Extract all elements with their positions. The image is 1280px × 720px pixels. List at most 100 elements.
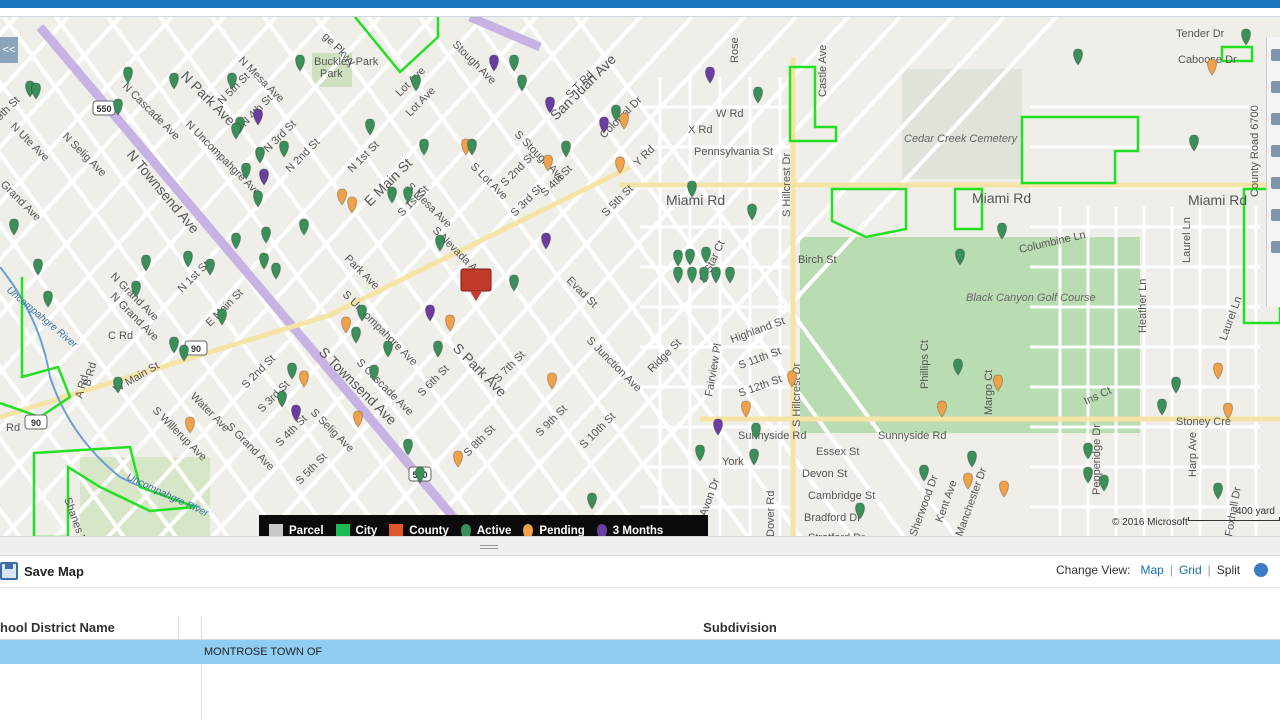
active-listing-pin[interactable] bbox=[687, 266, 697, 284]
active-listing-pin[interactable] bbox=[433, 340, 443, 358]
draw-tool-icon[interactable] bbox=[1267, 107, 1280, 133]
active-listing-pin[interactable] bbox=[231, 122, 241, 140]
active-listing-pin[interactable] bbox=[1189, 134, 1199, 152]
active-listing-pin[interactable] bbox=[695, 444, 705, 462]
three-month-listing-pin[interactable] bbox=[599, 116, 609, 134]
view-map-link[interactable]: Map bbox=[1141, 563, 1164, 577]
active-listing-pin[interactable] bbox=[955, 248, 965, 266]
active-listing-pin[interactable] bbox=[253, 190, 263, 208]
active-listing-pin[interactable] bbox=[287, 362, 297, 380]
active-listing-pin[interactable] bbox=[747, 203, 757, 221]
pending-listing-pin[interactable] bbox=[993, 374, 1003, 392]
active-listing-pin[interactable] bbox=[435, 234, 445, 252]
pending-listing-pin[interactable] bbox=[543, 154, 553, 172]
layers-tool-icon[interactable] bbox=[1267, 139, 1280, 165]
pending-listing-pin[interactable] bbox=[453, 450, 463, 468]
active-listing-pin[interactable] bbox=[9, 218, 19, 236]
three-month-listing-pin[interactable] bbox=[489, 54, 499, 72]
active-listing-pin[interactable] bbox=[279, 140, 289, 158]
pending-listing-pin[interactable] bbox=[741, 400, 751, 418]
active-listing-pin[interactable] bbox=[123, 66, 133, 84]
three-month-listing-pin[interactable] bbox=[713, 418, 723, 436]
pending-listing-pin[interactable] bbox=[347, 196, 357, 214]
active-listing-pin[interactable] bbox=[967, 450, 977, 468]
active-listing-pin[interactable] bbox=[687, 180, 697, 198]
pending-listing-pin[interactable] bbox=[619, 112, 629, 130]
active-listing-pin[interactable] bbox=[217, 308, 227, 326]
active-listing-pin[interactable] bbox=[1099, 474, 1109, 492]
active-listing-pin[interactable] bbox=[169, 336, 179, 354]
active-listing-pin[interactable] bbox=[751, 422, 761, 440]
active-listing-pin[interactable] bbox=[179, 344, 189, 362]
table-row[interactable]: MONTROSE TOWN OF bbox=[0, 640, 1280, 664]
measure-tool-icon[interactable] bbox=[1267, 75, 1280, 101]
active-listing-pin[interactable] bbox=[43, 290, 53, 308]
active-listing-pin[interactable] bbox=[725, 266, 735, 284]
active-listing-pin[interactable] bbox=[231, 232, 241, 250]
active-listing-pin[interactable] bbox=[227, 72, 237, 90]
active-listing-pin[interactable] bbox=[33, 258, 43, 276]
active-listing-pin[interactable] bbox=[31, 82, 41, 100]
active-listing-pin[interactable] bbox=[255, 146, 265, 164]
active-listing-pin[interactable] bbox=[1213, 482, 1223, 500]
active-listing-pin[interactable] bbox=[387, 186, 397, 204]
pending-listing-pin[interactable] bbox=[937, 400, 947, 418]
pending-listing-pin[interactable] bbox=[547, 372, 557, 390]
pan-tool-icon[interactable] bbox=[1267, 43, 1280, 69]
map-pins[interactable] bbox=[0, 17, 1280, 536]
active-listing-pin[interactable] bbox=[1241, 28, 1251, 46]
three-month-listing-pin[interactable] bbox=[291, 404, 301, 422]
three-month-listing-pin[interactable] bbox=[545, 96, 555, 114]
active-listing-pin[interactable] bbox=[415, 466, 425, 484]
three-month-listing-pin[interactable] bbox=[541, 232, 551, 250]
active-listing-pin[interactable] bbox=[753, 86, 763, 104]
active-listing-pin[interactable] bbox=[299, 218, 309, 236]
active-listing-pin[interactable] bbox=[587, 492, 597, 510]
active-listing-pin[interactable] bbox=[699, 266, 709, 284]
active-listing-pin[interactable] bbox=[1157, 398, 1167, 416]
active-listing-pin[interactable] bbox=[411, 74, 421, 92]
active-listing-pin[interactable] bbox=[403, 186, 413, 204]
active-listing-pin[interactable] bbox=[673, 266, 683, 284]
resize-grip[interactable] bbox=[480, 545, 498, 549]
active-listing-pin[interactable] bbox=[271, 262, 281, 280]
pending-listing-pin[interactable] bbox=[787, 370, 797, 388]
active-listing-pin[interactable] bbox=[509, 54, 519, 72]
active-listing-pin[interactable] bbox=[295, 54, 305, 72]
active-listing-pin[interactable] bbox=[383, 340, 393, 358]
active-listing-pin[interactable] bbox=[113, 376, 123, 394]
active-listing-pin[interactable] bbox=[517, 74, 527, 92]
active-listing-pin[interactable] bbox=[141, 254, 151, 272]
binoculars-tool-icon[interactable] bbox=[1267, 203, 1280, 229]
active-listing-pin[interactable] bbox=[261, 226, 271, 244]
pending-listing-pin[interactable] bbox=[353, 410, 363, 428]
active-listing-pin[interactable] bbox=[357, 304, 367, 322]
pending-listing-pin[interactable] bbox=[1207, 58, 1217, 76]
active-listing-pin[interactable] bbox=[205, 258, 215, 276]
active-listing-pin[interactable] bbox=[701, 246, 711, 264]
view-grid-link[interactable]: Grid bbox=[1179, 563, 1202, 577]
active-listing-pin[interactable] bbox=[351, 326, 361, 344]
view-split-link[interactable]: Split bbox=[1217, 563, 1240, 577]
pending-listing-pin[interactable] bbox=[341, 316, 351, 334]
three-month-listing-pin[interactable] bbox=[259, 168, 269, 186]
active-listing-pin[interactable] bbox=[673, 249, 683, 267]
pending-listing-pin[interactable] bbox=[615, 156, 625, 174]
pending-listing-pin[interactable] bbox=[1223, 402, 1233, 420]
column-divider[interactable] bbox=[178, 616, 179, 640]
globe-tool-icon[interactable] bbox=[1267, 235, 1280, 261]
save-map-button[interactable]: Save Map bbox=[0, 560, 84, 582]
three-month-listing-pin[interactable] bbox=[253, 108, 263, 126]
active-listing-pin[interactable] bbox=[561, 140, 571, 158]
active-listing-pin[interactable] bbox=[953, 358, 963, 376]
active-listing-pin[interactable] bbox=[241, 162, 251, 180]
active-listing-pin[interactable] bbox=[419, 138, 429, 156]
column-header-school-district[interactable]: hool District Name bbox=[0, 620, 178, 638]
active-listing-pin[interactable] bbox=[403, 438, 413, 456]
active-listing-pin[interactable] bbox=[1083, 466, 1093, 484]
active-listing-pin[interactable] bbox=[509, 274, 519, 292]
active-listing-pin[interactable] bbox=[919, 464, 929, 482]
active-listing-pin[interactable] bbox=[113, 98, 123, 116]
print-tool-icon[interactable] bbox=[1267, 171, 1280, 197]
active-listing-pin[interactable] bbox=[369, 364, 379, 382]
